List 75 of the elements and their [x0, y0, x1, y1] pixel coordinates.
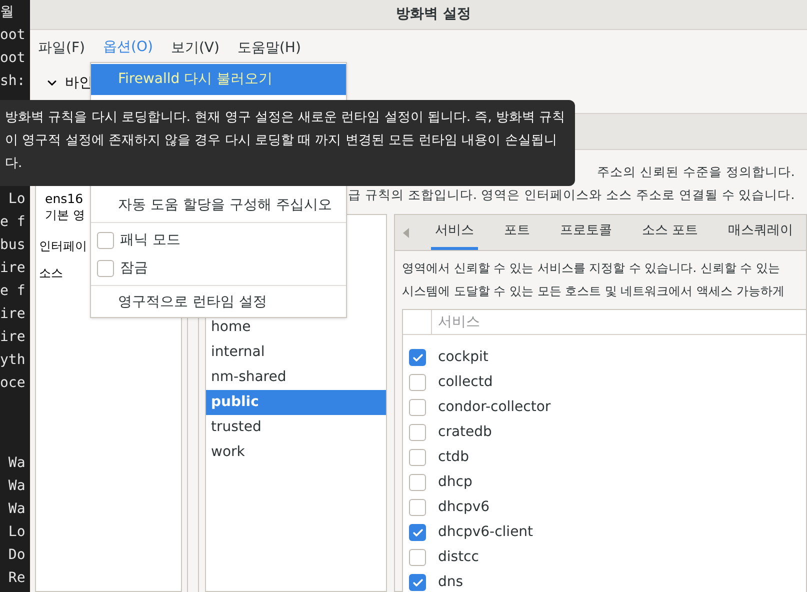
- help-text: 영역에서 신뢰할 수 있는 서비스를 지정할 수 있습니다. 신뢰할 수 있는: [402, 260, 780, 277]
- terminal-line: ire: [0, 328, 26, 347]
- terminal-line: Wa: [7, 477, 26, 496]
- menu-item[interactable]: 패닉 모드: [91, 226, 346, 254]
- terminal-line: sh:: [0, 72, 26, 91]
- zone-item[interactable]: nm-shared: [206, 365, 386, 390]
- menu-bar-item[interactable]: 파일(F): [38, 32, 85, 64]
- terminal-line: Lo: [7, 190, 26, 209]
- zone-item[interactable]: trusted: [206, 415, 386, 440]
- terminal-line: 월: [0, 3, 14, 22]
- checkbox[interactable]: [409, 399, 426, 416]
- service-name: dhcp: [438, 473, 472, 492]
- checkbox[interactable]: [409, 549, 426, 566]
- checkmark-icon: [412, 526, 424, 538]
- zone-description: 주소의 신뢰된 수준을 정의합니다.: [597, 163, 795, 181]
- interface-zone: 기본 영: [45, 207, 85, 223]
- tab[interactable]: 매스쿼레이: [724, 215, 798, 250]
- checkmark-icon: [412, 352, 424, 364]
- service-name: ctdb: [438, 448, 469, 467]
- tab[interactable]: 포트: [500, 215, 534, 250]
- checkbox[interactable]: [409, 499, 426, 516]
- service-name: collectd: [438, 373, 493, 392]
- terminal-line: oce: [0, 374, 26, 393]
- checkbox[interactable]: [409, 524, 426, 541]
- menu-bar-item[interactable]: 보기(V): [170, 32, 220, 64]
- terminal-line: e f: [0, 213, 26, 232]
- checkbox[interactable]: [409, 449, 426, 466]
- service-name: dhcpv6: [438, 498, 490, 517]
- tab[interactable]: 소스 포트: [638, 215, 702, 250]
- terminal-line: oot: [0, 26, 26, 45]
- menu-item-label: 잠금: [120, 258, 148, 278]
- checkbox[interactable]: [97, 260, 114, 276]
- zone-item[interactable]: internal: [206, 340, 386, 365]
- terminal-line: oot: [0, 49, 26, 68]
- zone-item[interactable]: public: [206, 390, 386, 415]
- window-title: 방화벽 설정: [396, 5, 471, 24]
- tab[interactable]: 프로토콜: [556, 215, 616, 250]
- menu-item[interactable]: 자동 도움 할당을 구성해 주십시오: [91, 192, 346, 219]
- tooltip: 방화벽 규칙을 다시 로딩합니다. 현재 영구 설정은 새로운 런타임 설정이 됩니다. 즉, 방화벽 규칙 이 영구적 설정에 존재하지 않을 경우 다시 로딩할 때 까지 변경된 모든 런타임 내용이 손실됩니 다.: [0, 100, 575, 186]
- checkbox[interactable]: [409, 424, 426, 441]
- zone-item[interactable]: work: [206, 440, 386, 465]
- zone-item[interactable]: home: [206, 315, 386, 340]
- checkbox[interactable]: [409, 474, 426, 491]
- service-name: dns: [438, 573, 464, 592]
- menu-item-label: 패닉 모드: [120, 230, 180, 250]
- checkbox[interactable]: [409, 374, 426, 391]
- terminal-line: ire: [0, 305, 26, 324]
- terminal-line: Do: [7, 546, 26, 565]
- help-text: 시스템에 도달할 수 있는 모든 호스트 및 네트워크에서 액세스 가능하게: [402, 283, 784, 300]
- menu-bar-item[interactable]: 도움말(H): [237, 32, 301, 64]
- service-name: dhcpv6-client: [438, 523, 534, 542]
- checkbox[interactable]: [409, 574, 426, 591]
- menu-item[interactable]: 잠금: [91, 254, 346, 282]
- checkmark-icon: [412, 576, 424, 588]
- checkbox[interactable]: [97, 232, 114, 248]
- service-name: cratedb: [438, 423, 492, 442]
- menu-item[interactable]: 영구적으로 런타임 설정: [91, 289, 346, 316]
- terminal-line: Wa: [7, 500, 26, 519]
- zone-description: 급 규칙의 조합입니다. 영역은 인터페이스와 소스 주소로 연결될 수 있습니다.: [348, 186, 795, 204]
- terminal-line: ire: [0, 259, 26, 278]
- section-header: 인터페이: [39, 238, 87, 255]
- service-name: distcc: [438, 548, 479, 567]
- tab[interactable]: 서비스: [431, 215, 478, 250]
- service-name: condor-collector: [438, 398, 551, 417]
- terminal-line: yth: [0, 351, 26, 370]
- section-header: 소스: [39, 265, 63, 282]
- terminal-line: e f: [0, 282, 26, 301]
- terminal-line: Wa: [7, 454, 26, 473]
- terminal-line: Re: [7, 569, 26, 588]
- interface-name: ens16: [45, 191, 84, 207]
- terminal-line: Lo: [7, 523, 26, 542]
- checkbox[interactable]: [409, 349, 426, 366]
- scroll-left-icon[interactable]: [403, 228, 409, 238]
- service-name: cockpit: [438, 348, 488, 367]
- terminal-line: bus: [0, 236, 26, 255]
